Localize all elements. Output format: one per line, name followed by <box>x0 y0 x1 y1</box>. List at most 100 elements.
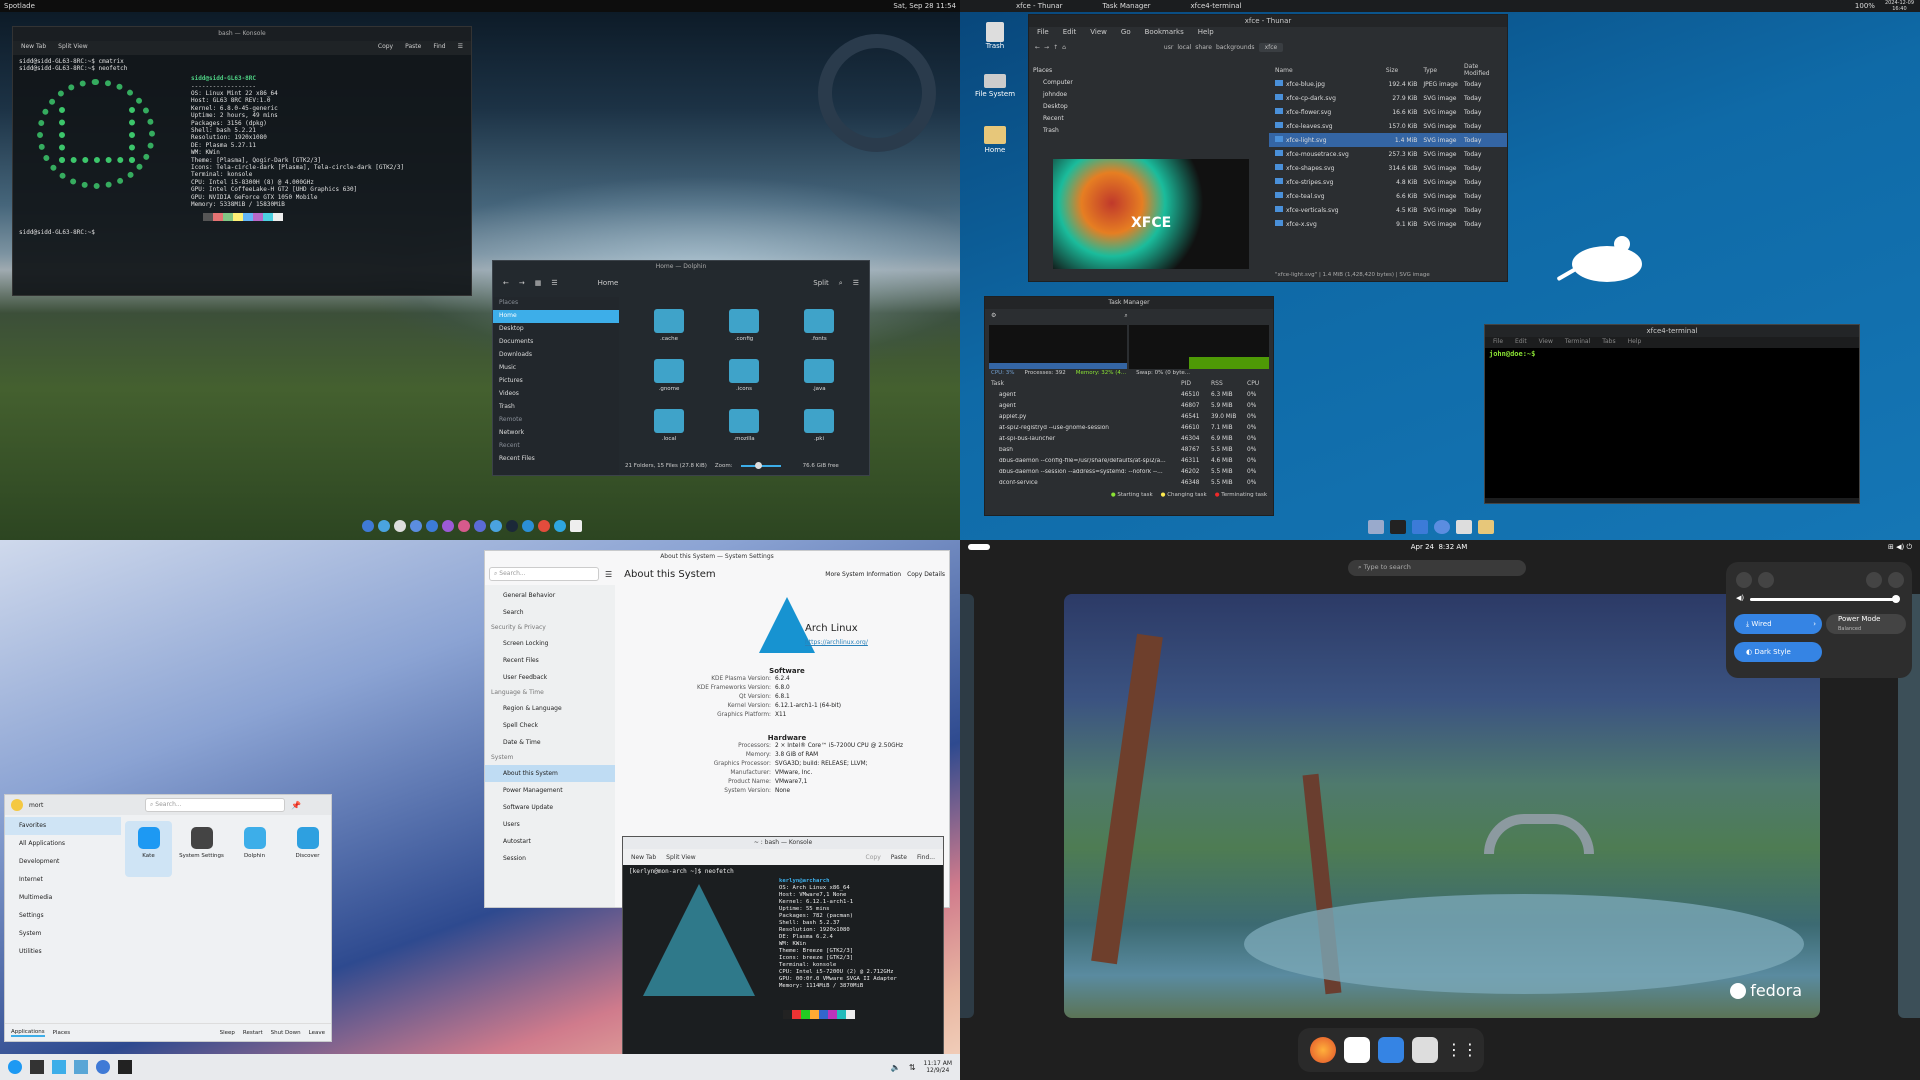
battery-text[interactable]: 100% <box>1855 2 1875 10</box>
app-grid-icon[interactable]: ⋮⋮ <box>1446 1037 1478 1063</box>
table-row[interactable]: at-spi2-registryd --use-gnome-session 466… <box>985 422 1273 433</box>
tab-applications[interactable]: Applications <box>11 1029 45 1037</box>
folder-item[interactable]: .fonts <box>789 309 849 357</box>
sidebar-item-documents[interactable]: Documents <box>493 336 619 349</box>
prompt-line[interactable]: sidd@sidd-GL63-8RC:~$ <box>13 221 471 244</box>
launcher-category[interactable]: All Applications <box>5 835 121 853</box>
up-icon[interactable]: ↑ <box>1053 44 1058 51</box>
launcher-category[interactable]: Favorites <box>5 817 121 835</box>
new-tab-button[interactable]: New Tab <box>631 854 656 861</box>
table-row[interactable]: at-spi-bus-launcher 46304 6.9 MiB 0% <box>985 433 1273 444</box>
panel-task-taskmanager[interactable]: Task Manager <box>1103 2 1151 10</box>
split-view-button[interactable]: Split View <box>58 43 87 53</box>
forward-icon[interactable]: → <box>1044 44 1049 51</box>
sidebar-item-pictures[interactable]: Pictures <box>493 375 619 388</box>
system-menu-icons[interactable]: ⊞ ◀) ⏻ <box>1888 543 1912 552</box>
table-row[interactable]: xfce-flower.svg 16.6 KiB SVG image Today <box>1269 105 1507 119</box>
find-button[interactable]: Find <box>433 43 445 53</box>
top-clock[interactable]: Apr 24 8:32 AM <box>990 543 1888 551</box>
menu-view[interactable]: View <box>1539 338 1553 347</box>
workspace-thumbnail[interactable]: fedora <box>1064 594 1820 1018</box>
favorite-app[interactable]: Kate <box>125 821 172 877</box>
telegram-icon[interactable] <box>554 520 566 532</box>
firefox-icon[interactable] <box>362 520 374 532</box>
settings-titlebar[interactable]: About this System — System Settings <box>485 551 949 563</box>
help-icon[interactable] <box>394 520 406 532</box>
lock-icon[interactable] <box>1866 572 1882 588</box>
col-type[interactable]: Type <box>1423 67 1464 74</box>
sidebar-item[interactable]: About this System <box>485 765 615 782</box>
terminal-icon[interactable] <box>1390 520 1406 534</box>
menu-edit[interactable]: Edit <box>1063 28 1077 38</box>
chrome-icon[interactable] <box>538 520 550 532</box>
sidebar-item[interactable]: Autostart <box>485 833 615 850</box>
search-icon[interactable]: ⌕ <box>839 279 843 288</box>
terminal-prompt[interactable]: john@doe:~$ <box>1485 348 1859 498</box>
split-view-button[interactable]: Split View <box>666 854 695 861</box>
search-icon[interactable] <box>1456 520 1472 534</box>
favorite-app[interactable]: Dolphin <box>231 821 278 877</box>
launcher-category[interactable]: Multimedia <box>5 889 121 907</box>
restart-button[interactable]: Restart <box>243 1030 263 1036</box>
network-icon[interactable]: ⇅ <box>909 1063 916 1072</box>
desktop-icon-home[interactable]: Home <box>970 126 1020 170</box>
software-icon[interactable] <box>1412 1037 1438 1063</box>
dark-style-toggle[interactable]: ◐ Dark Style <box>1734 642 1822 662</box>
col-cpu[interactable]: CPU <box>1247 380 1267 387</box>
table-row[interactable]: agent 46807 5.9 MiB 0% <box>985 400 1273 411</box>
icons-view-icon[interactable]: ▦ <box>535 279 542 287</box>
settings-icon[interactable]: ⚙ <box>991 312 996 322</box>
favorite-app[interactable]: Discover <box>284 821 331 877</box>
pin-icon[interactable]: 📌 <box>291 801 301 810</box>
table-row[interactable]: xfce-stripes.svg 4.8 KiB SVG image Today <box>1269 175 1507 189</box>
path-local[interactable]: local <box>1177 44 1191 51</box>
menu-help[interactable]: Help <box>1198 28 1214 38</box>
path-usr[interactable]: usr <box>1164 44 1173 51</box>
desktop-icon-trash[interactable]: Trash <box>970 22 1020 66</box>
sidebar-item-desktop[interactable]: Desktop <box>493 323 619 336</box>
sleep-button[interactable]: Sleep <box>220 1030 235 1036</box>
launcher-search[interactable]: ⌕ Search... <box>145 798 285 812</box>
table-row[interactable]: xfce-light.svg 1.4 MiB SVG image Today <box>1269 133 1507 147</box>
steam-icon[interactable] <box>506 520 518 532</box>
konsole-icon[interactable] <box>118 1060 132 1074</box>
sidebar-item[interactable]: Date & Time <box>485 734 615 751</box>
sidebar-item[interactable]: General Behavior <box>485 587 615 604</box>
col-rss[interactable]: RSS <box>1211 380 1247 387</box>
chevron-right-icon[interactable]: › <box>1813 614 1816 634</box>
menu-edit[interactable]: Edit <box>1515 338 1527 347</box>
leave-button[interactable]: Leave <box>309 1030 325 1036</box>
col-date[interactable]: Date Modified <box>1464 63 1501 77</box>
panel-task-thunar[interactable]: xfce - Thunar <box>1016 2 1063 10</box>
menu-view[interactable]: View <box>1090 28 1107 38</box>
path-xfce[interactable]: xfce <box>1258 42 1284 52</box>
forward-icon[interactable]: → <box>519 279 525 287</box>
sidebar-item[interactable]: Power Management <box>485 782 615 799</box>
panel-task-terminal[interactable]: xfce4-terminal <box>1191 2 1242 10</box>
menu-tabs[interactable]: Tabs <box>1602 338 1615 347</box>
launcher-icon[interactable] <box>8 1060 22 1074</box>
sidebar-item-johndoe[interactable]: johndoe <box>1033 91 1265 103</box>
panel-clock[interactable]: Sat, Sep 28 11:54 <box>893 2 956 10</box>
back-icon[interactable]: ← <box>1035 44 1040 51</box>
back-icon[interactable]: ← <box>503 279 509 287</box>
menu-icon[interactable]: ☰ <box>458 43 463 53</box>
sidebar-item[interactable]: Session <box>485 850 615 867</box>
sidebar-item-home[interactable]: Home <box>493 310 619 323</box>
home-icon[interactable]: ⌂ <box>1062 44 1066 51</box>
globe-icon[interactable] <box>522 520 534 532</box>
firefox-icon[interactable] <box>1310 1037 1336 1063</box>
konsole-titlebar[interactable]: bash — Konsole <box>13 27 471 41</box>
screenshot-icon[interactable] <box>1736 572 1752 588</box>
menu-icon[interactable]: ☰ <box>853 279 859 287</box>
thunar-titlebar[interactable]: xfce - Thunar <box>1029 15 1507 27</box>
table-row[interactable]: xfce-mousetrace.svg 257.3 KiB SVG image Tod… <box>1269 147 1507 161</box>
power-mode-toggle[interactable]: Power Mode Balanced <box>1826 614 1906 634</box>
copy-details-button[interactable]: Copy Details <box>907 571 945 578</box>
menu-file[interactable]: File <box>1037 28 1049 38</box>
folder-item[interactable]: .config <box>714 309 774 357</box>
sidebar-item-network[interactable]: Network <box>493 427 619 440</box>
folder-item[interactable]: .java <box>789 359 849 407</box>
launcher-category[interactable]: Settings <box>5 907 121 925</box>
breadcrumb[interactable]: Home <box>598 279 619 287</box>
